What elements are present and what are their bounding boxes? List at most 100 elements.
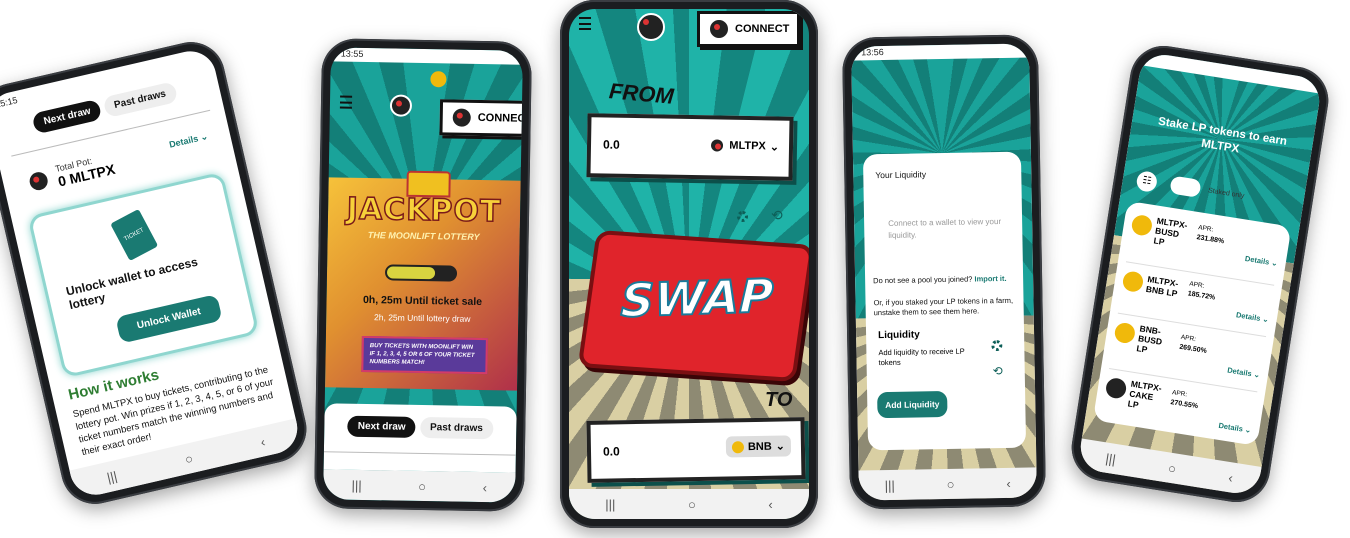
farm-name: BNB-BUSD LP	[1135, 323, 1163, 355]
from-token-select[interactable]: MLTPX ⌄	[709, 137, 779, 154]
recent-apps-icon[interactable]: |||	[885, 477, 895, 492]
phone-liquidity: 13:56 Your Liquidity Connect to a wallet…	[841, 34, 1047, 510]
apr-label: APR:	[1197, 224, 1214, 234]
farm-name: MLTPX-CAKE LP	[1127, 378, 1163, 410]
jackpot-panel: JACKPOT THE MOONLIFT LOTTERY 0h, 25m Unt…	[325, 170, 521, 391]
countdown-label: Until ticket sale	[404, 294, 483, 309]
your-liquidity-title: Your Liquidity	[875, 169, 927, 181]
astronaut-icon	[450, 106, 473, 129]
farm-name: MLTPX-BNB LP	[1145, 273, 1180, 299]
recent-apps-icon[interactable]: |||	[351, 477, 361, 492]
farm-apr: 185.72%	[1187, 290, 1216, 302]
jackpot-subtitle: THE MOONLIFT LOTTERY	[367, 230, 480, 242]
astronaut-icon	[708, 18, 730, 40]
back-icon[interactable]: ‹	[483, 480, 488, 495]
home-icon[interactable]: ○	[688, 497, 696, 512]
home-icon[interactable]: ○	[947, 476, 955, 491]
settings-icon[interactable]	[737, 211, 748, 222]
back-icon[interactable]: ‹	[1006, 475, 1011, 490]
android-nav-bar: ||| ○ ‹	[569, 489, 809, 519]
farm-details-link[interactable]: Details ⌄	[1218, 421, 1252, 435]
phone-lottery-left: 15:15 Next draw Past draws Total Pot: 0 …	[0, 35, 314, 511]
phone-jackpot: 13:55 CONNECT JACKPOT THE MOONLIFT LOTTE…	[313, 38, 533, 512]
home-icon[interactable]: ○	[418, 478, 426, 493]
tab-past-draws[interactable]: Past draws	[102, 81, 178, 119]
swap-title: SWAP	[619, 268, 775, 329]
farm-apr: 269.50%	[1178, 343, 1208, 355]
status-time: 13:56	[861, 47, 884, 58]
phone-screen: Stake LP tokens to earn MLTPX ☷ Staked o…	[1077, 51, 1323, 497]
lottery-banner: BUY TICKETS WITH MOONLIFT WIN IF 1, 2, 3…	[361, 335, 488, 375]
farm-apr: 270.55%	[1169, 399, 1199, 411]
phone-screen: 13:55 CONNECT JACKPOT THE MOONLIFT LOTTE…	[323, 47, 523, 503]
history-icon[interactable]: ⟲	[993, 364, 1003, 378]
back-icon[interactable]: ‹	[259, 434, 267, 450]
phone-screen: CONNECT FROM 0.0 MLTPX ⌄ ⟲ SWAP TO 0.0 B…	[569, 9, 809, 519]
to-label: TO	[765, 389, 793, 411]
tab-next-draw[interactable]: Next draw	[347, 415, 416, 438]
recent-apps-icon[interactable]: |||	[605, 497, 615, 512]
android-nav-bar: ||| ○ ‹	[323, 469, 516, 503]
tab-next-draw[interactable]: Next draw	[31, 98, 103, 135]
farm-details-link[interactable]: Details ⌄	[1227, 366, 1261, 380]
back-icon[interactable]: ‹	[768, 497, 772, 512]
connect-wallet-text: Connect to a wallet to view your liquidi…	[888, 216, 1002, 240]
liquidity-description: Add liquidity to receive LP tokens	[878, 346, 965, 368]
liquidity-card: Your Liquidity Connect to a wallet to vi…	[862, 151, 1027, 451]
liquidity-heading: Liquidity	[878, 329, 920, 342]
from-label: FROM	[608, 78, 675, 109]
ticket-icon: TICKET	[110, 208, 159, 262]
farm-name: MLTPX-BUSD LP	[1152, 215, 1189, 247]
farm-token-icon	[1113, 321, 1137, 345]
menu-icon[interactable]	[339, 95, 353, 109]
recent-apps-icon[interactable]: |||	[105, 468, 118, 485]
recent-apps-icon[interactable]: |||	[1105, 450, 1117, 466]
phone-screen: 13:56 Your Liquidity Connect to a wallet…	[851, 43, 1037, 501]
tab-past-draws[interactable]: Past draws	[419, 416, 494, 440]
android-nav-bar: ||| ○ ‹	[858, 467, 1037, 501]
import-row: Do not see a pool you joined? Import it.	[873, 273, 1007, 286]
settings-icon[interactable]	[991, 339, 1003, 352]
farm-details-link[interactable]: Details ⌄	[1244, 254, 1278, 268]
status-time: 13:55	[340, 48, 364, 59]
jackpot-title: JACKPOT	[346, 191, 503, 230]
draw-time: 2h, 25m Until lottery draw	[373, 312, 471, 324]
countdown-bar	[384, 264, 458, 282]
from-amount[interactable]: 0.0	[603, 137, 620, 151]
tabs-panel: Next draw Past draws	[323, 403, 517, 473]
mltpx-logo-icon	[637, 13, 665, 41]
phone-swap: CONNECT FROM 0.0 MLTPX ⌄ ⟲ SWAP TO 0.0 B…	[560, 0, 818, 528]
add-liquidity-button[interactable]: Add Liquidity	[877, 390, 948, 419]
staked-text: Or, if you staked your LP tokens in a fa…	[873, 295, 1014, 318]
apr-label: APR:	[1188, 280, 1205, 290]
home-icon[interactable]: ○	[1167, 460, 1177, 476]
farm-token-icon	[1104, 376, 1128, 400]
bnb-icon	[731, 440, 744, 453]
connect-button[interactable]: CONNECT	[439, 99, 523, 138]
home-icon[interactable]: ○	[183, 450, 194, 466]
details-link[interactable]: Details ⌄	[168, 131, 209, 151]
farm-token-icon	[1130, 213, 1154, 237]
bnb-icon	[430, 71, 447, 88]
menu-icon[interactable]	[579, 17, 591, 30]
mltpx-token-icon	[709, 137, 726, 154]
countdown-value: 0h, 25m	[362, 293, 403, 307]
phone-screen: 15:15 Next draw Past draws Total Pot: 0 …	[0, 46, 303, 500]
to-amount[interactable]: 0.0	[603, 444, 620, 458]
to-input-box[interactable]: 0.0 BNB ⌄	[586, 417, 806, 483]
unlock-wallet-button[interactable]: Unlock Wallet	[115, 293, 223, 344]
phone-farms: Stake LP tokens to earn MLTPX ☷ Staked o…	[1066, 41, 1334, 507]
apr-label: APR:	[1180, 333, 1197, 344]
mltpx-logo-icon	[25, 167, 52, 195]
farm-details-link[interactable]: Details ⌄	[1235, 310, 1269, 324]
back-icon[interactable]: ‹	[1227, 470, 1234, 485]
import-link[interactable]: Import it.	[974, 274, 1006, 284]
connect-button[interactable]: CONNECT	[697, 11, 801, 47]
from-input-box[interactable]: 0.0 MLTPX ⌄	[586, 113, 794, 181]
farm-token-icon	[1121, 270, 1145, 294]
mltpx-logo-icon	[389, 94, 413, 117]
history-icon[interactable]: ⟲	[771, 207, 783, 224]
swap-banner: SWAP	[577, 229, 809, 383]
to-token-select[interactable]: BNB ⌄	[725, 435, 792, 458]
farm-list: MLTPX-BUSD LP APR: 231.88% Details ⌄ MLT…	[1092, 200, 1292, 447]
